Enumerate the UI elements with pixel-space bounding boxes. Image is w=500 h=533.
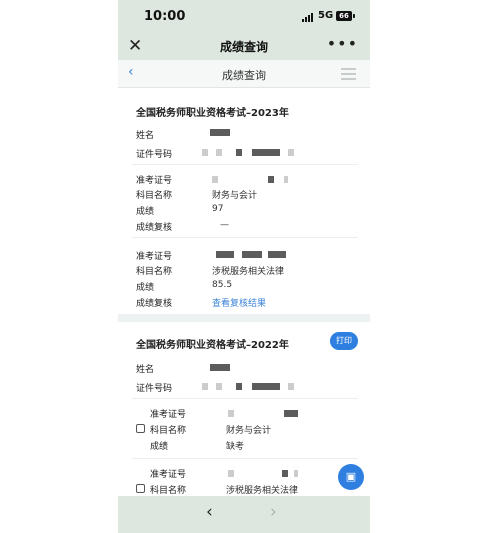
result-card-2022: 全国税务师职业资格考试–2022年 打印 姓名 证件号码 准考证号 科目名称 财…	[118, 322, 370, 496]
subject-value: 涉税服务相关法律	[226, 486, 299, 496]
ticket-label: 准考证号	[150, 410, 187, 420]
name-redacted	[210, 364, 230, 371]
review-label: 成绩复核	[136, 223, 173, 233]
ticket-label: 准考证号	[150, 470, 187, 480]
name-label: 姓名	[136, 365, 155, 375]
id-label: 证件号码	[136, 384, 173, 394]
phone-screen: 10:00 5G 66 ✕ 成绩查询 ••• ‹ 成绩查询 全国税务师职业资格考…	[118, 0, 370, 533]
ticket-label: 准考证号	[136, 176, 173, 186]
score-label: 成绩	[136, 207, 155, 217]
id-redacted	[202, 149, 208, 156]
chevron-left-icon[interactable]: ‹	[206, 502, 213, 522]
subject-label: 科目名称	[150, 426, 187, 436]
subject-label: 科目名称	[136, 191, 173, 201]
section-title-2023: 全国税务师职业资格考试–2023年	[136, 108, 289, 119]
ticket-redacted	[216, 251, 234, 258]
score-value: 缺考	[226, 442, 245, 452]
ticket-redacted	[212, 176, 218, 183]
name-label: 姓名	[136, 131, 155, 141]
subject-label: 科目名称	[150, 486, 187, 496]
ticket-label: 准考证号	[136, 252, 173, 262]
id-label: 证件号码	[136, 150, 173, 160]
subject-label: 科目名称	[136, 267, 173, 277]
app-top-bar: ✕ 成绩查询 •••	[118, 34, 370, 60]
ticket-redacted	[228, 470, 234, 477]
select-checkbox[interactable]	[136, 424, 145, 433]
score-label: 成绩	[136, 283, 155, 293]
view-review-link[interactable]: 查看复核结果	[212, 296, 266, 309]
results-list[interactable]: 全国税务师职业资格考试–2023年 姓名 证件号码 准考证号 科目名称 财务与会…	[118, 88, 370, 496]
network-type: 5G	[318, 10, 334, 21]
menu-icon[interactable]	[341, 68, 356, 80]
battery-icon: 66	[336, 11, 355, 21]
subject-value: 财务与会计	[226, 426, 272, 436]
subject-value: 财务与会计	[212, 191, 258, 201]
subject-value: 涉税服务相关法律	[212, 267, 285, 277]
page-title: 成绩查询	[222, 69, 266, 82]
score-value: 85.5	[212, 280, 233, 290]
result-card-2023: 全国税务师职业资格考试–2023年 姓名 证件号码 准考证号 科目名称 财务与会…	[118, 88, 370, 312]
score-label: 成绩	[150, 442, 169, 452]
status-time: 10:00	[144, 9, 186, 24]
print-button[interactable]: 打印	[330, 332, 358, 350]
page-nav-bar: ‹ 成绩查询	[118, 60, 370, 88]
status-bar: 10:00 5G 66	[118, 0, 370, 34]
review-value: —	[220, 220, 229, 230]
score-value: 97	[212, 204, 224, 214]
review-label: 成绩复核	[136, 299, 173, 309]
ticket-redacted	[228, 410, 234, 417]
bottom-nav-bar: ‹ ›	[118, 496, 370, 533]
chevron-right-icon[interactable]: ›	[270, 502, 277, 522]
more-icon[interactable]: •••	[327, 34, 358, 54]
signal-icon	[302, 13, 314, 22]
save-icon[interactable]: ▣	[338, 464, 364, 490]
name-redacted	[210, 129, 230, 136]
id-redacted	[202, 383, 208, 390]
section-title-2022: 全国税务师职业资格考试–2022年	[136, 340, 289, 351]
select-checkbox[interactable]	[136, 484, 145, 493]
